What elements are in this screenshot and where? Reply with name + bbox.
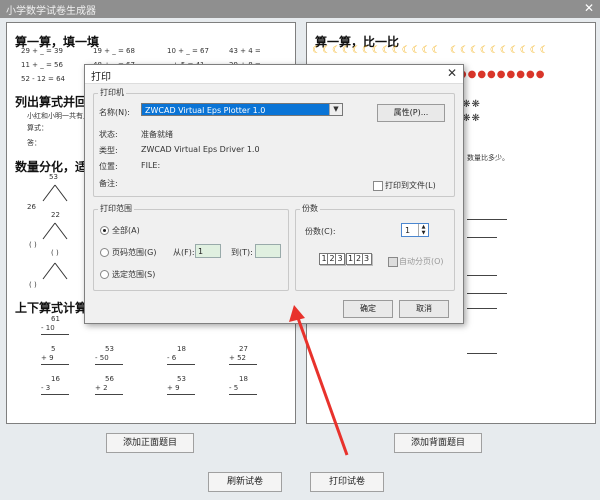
annotation-arrow bbox=[289, 305, 349, 456]
